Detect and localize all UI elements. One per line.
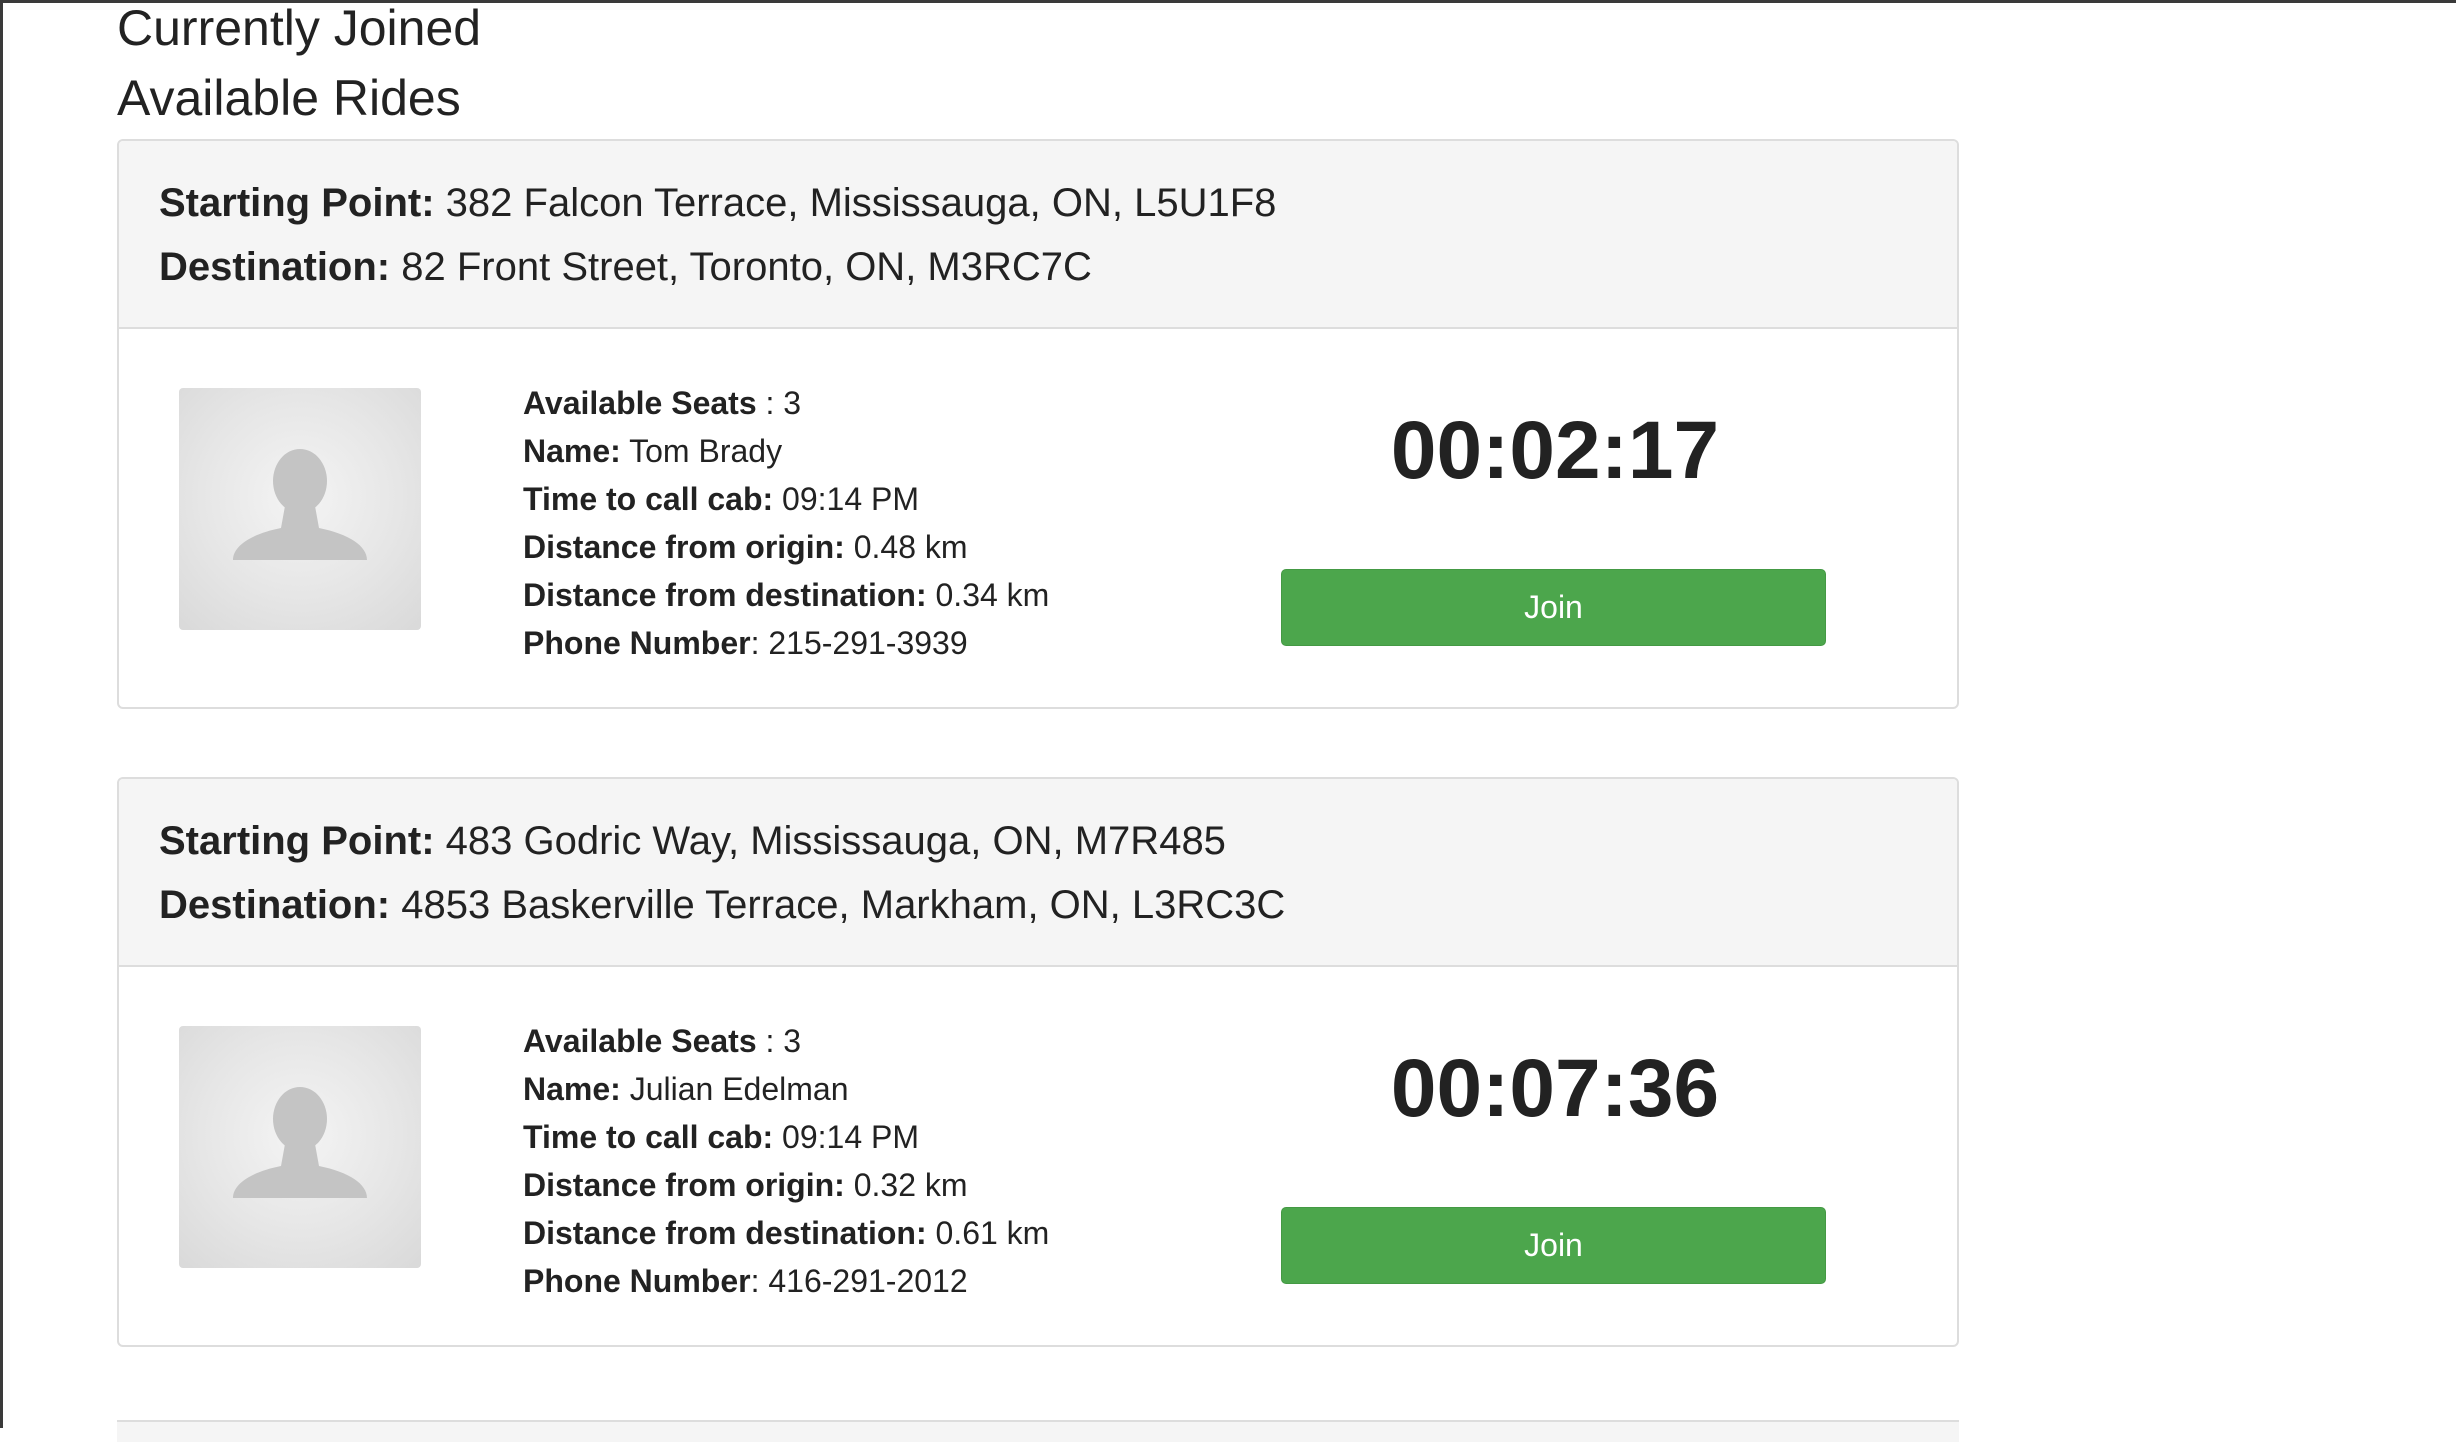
destination-label: Destination:	[159, 245, 391, 289]
driver-name-row: Name: Tom Brady	[523, 433, 783, 469]
destination-distance-row: Distance from destination: 0.61 km	[523, 1215, 1050, 1251]
destination-distance-row: Distance from destination: 0.34 km	[523, 577, 1050, 613]
destination-label: Destination:	[159, 883, 391, 927]
destination-value: 82 Front Street, Toronto, ON, M3RC7C	[401, 245, 1092, 289]
ride-card: Starting Point: 483 Godric Way, Mississa…	[117, 777, 1959, 1347]
ride-details: Available Seats : 3 Name: Tom Brady Time…	[523, 379, 1049, 667]
user-placeholder-icon	[179, 1026, 421, 1268]
origin-distance-row: Distance from origin: 0.48 km	[523, 529, 968, 565]
destination-value: 4853 Baskerville Terrace, Markham, ON, L…	[401, 883, 1286, 927]
join-button[interactable]: Join	[1281, 569, 1826, 646]
call-time-row: Time to call cab: 09:14 PM	[523, 481, 920, 517]
ride-card-header: Starting Point: 483 Godric Way, Mississa…	[119, 779, 1957, 967]
ride-card-body: Available Seats : 3 Name: Tom Brady Time…	[119, 329, 1957, 707]
starting-point: Starting Point: 382 Falcon Terrace, Miss…	[159, 171, 1917, 235]
destination: Destination: 4853 Baskerville Terrace, M…	[159, 873, 1917, 937]
origin-distance-row: Distance from origin: 0.32 km	[523, 1167, 968, 1203]
starting-point: Starting Point: 483 Godric Way, Mississa…	[159, 809, 1917, 873]
available-seats-row: Available Seats : 3	[523, 385, 802, 421]
destination: Destination: 82 Front Street, Toronto, O…	[159, 235, 1917, 299]
currently-joined-title: Currently Joined	[117, 0, 482, 56]
ride-card-header: Starting Point: 382 Falcon Terrace, Miss…	[119, 141, 1957, 329]
starting-point-label: Starting Point:	[159, 819, 435, 863]
driver-name-row: Name: Julian Edelman	[523, 1071, 849, 1107]
ride-card-partial	[117, 1420, 1959, 1442]
ride-card: Starting Point: 382 Falcon Terrace, Miss…	[117, 139, 1959, 709]
join-button[interactable]: Join	[1281, 1207, 1826, 1284]
starting-point-label: Starting Point:	[159, 181, 435, 225]
phone-number-row: Phone Number: 416-291-2012	[523, 1263, 968, 1299]
starting-point-value: 483 Godric Way, Mississauga, ON, M7R485	[445, 819, 1226, 863]
available-seats-row: Available Seats : 3	[523, 1023, 802, 1059]
user-placeholder-icon	[179, 388, 421, 630]
main-content: Currently Joined Available Rides Startin…	[117, 0, 1959, 1415]
starting-point-value: 382 Falcon Terrace, Mississauga, ON, L5U…	[445, 181, 1277, 225]
window-left-border	[0, 0, 3, 1428]
call-time-row: Time to call cab: 09:14 PM	[523, 1119, 920, 1155]
ride-card-body: Available Seats : 3 Name: Julian Edelman…	[119, 967, 1957, 1345]
countdown-timer: 00:02:17	[1390, 405, 1720, 496]
countdown-timer: 00:07:36	[1390, 1043, 1720, 1134]
available-rides-title: Available Rides	[117, 70, 461, 126]
ride-details: Available Seats : 3 Name: Julian Edelman…	[523, 1017, 1049, 1305]
phone-number-row: Phone Number: 215-291-3939	[523, 625, 968, 661]
